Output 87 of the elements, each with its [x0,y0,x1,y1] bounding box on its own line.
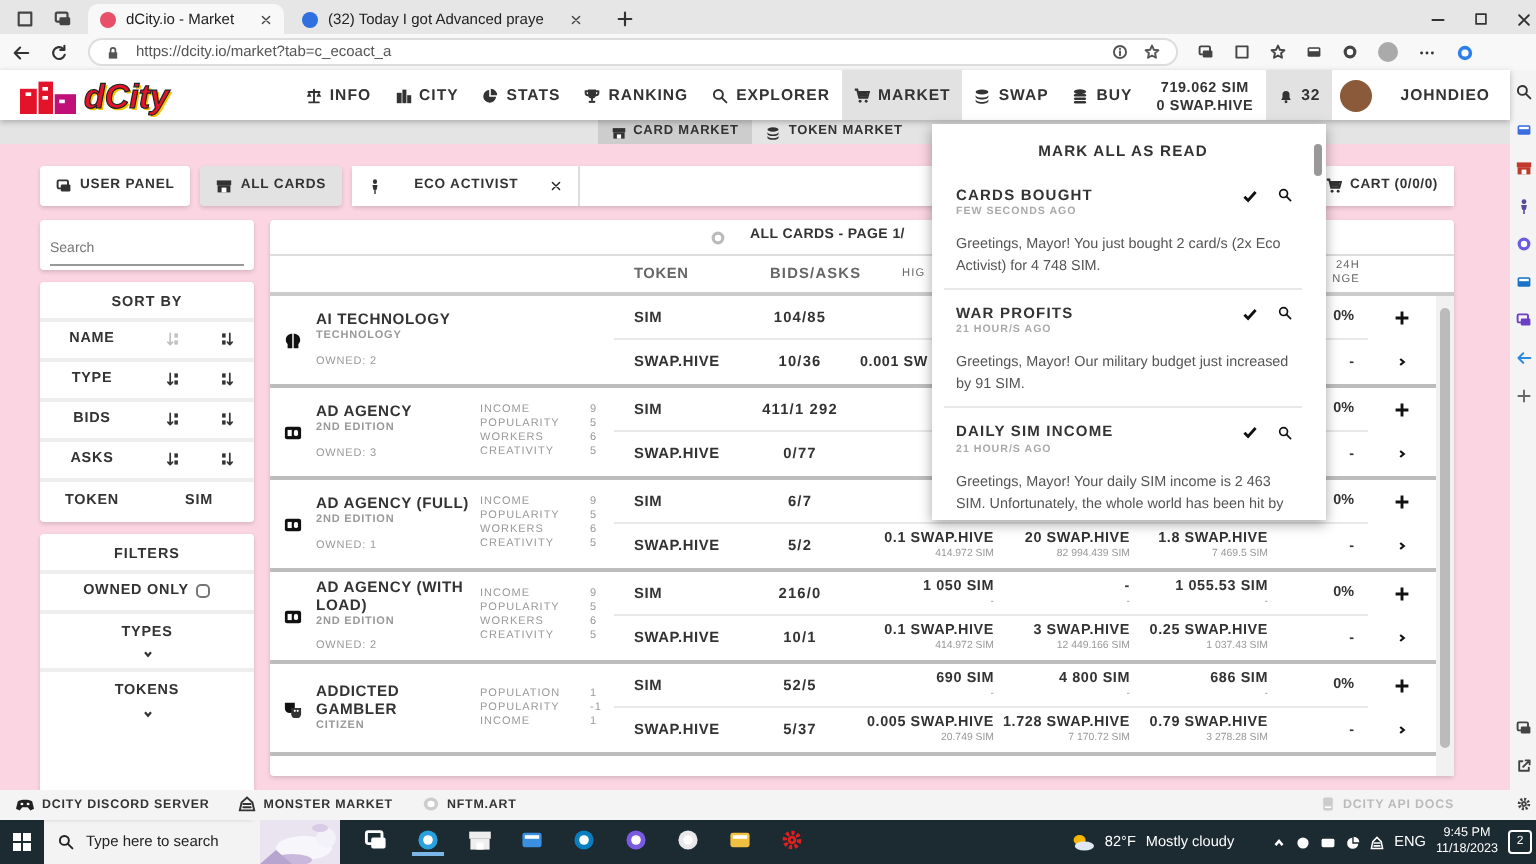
billboard-icon [284,607,302,625]
favorites-icon[interactable] [1270,44,1286,60]
collections-icon[interactable] [1306,44,1322,60]
brain-icon [284,331,302,349]
close-icon[interactable] [550,180,563,192]
search-button[interactable] [1278,425,1292,439]
external-link-icon[interactable] [1515,758,1531,774]
favorite-star-icon[interactable] [1144,44,1160,60]
coin-icon [421,796,439,813]
lock-icon[interactable] [106,45,120,59]
panel-icon [56,178,72,194]
close-icon[interactable] [1516,11,1532,27]
logo[interactable]: dCity [84,79,169,113]
folder-icon[interactable] [728,828,752,852]
add-button[interactable] [1394,586,1410,602]
sort-descending-button[interactable] [220,332,234,346]
controller-icon [16,796,34,813]
sort-ascending-button[interactable] [165,452,179,466]
person-icon[interactable] [1515,198,1531,214]
store-icon [216,178,233,194]
checkbox[interactable] [196,584,211,598]
maximize-icon[interactable] [1474,12,1488,26]
close-icon[interactable] [260,13,273,25]
store-icon[interactable] [468,828,492,852]
scrollbar[interactable] [1436,296,1454,776]
task-view-icon[interactable] [364,828,388,852]
chevron-down-icon[interactable] [141,708,153,721]
masks-icon [284,699,302,717]
mark-read-button[interactable] [1242,187,1258,204]
tab-actions-icon[interactable] [54,10,72,28]
workspaces-icon[interactable] [16,10,34,28]
chevron-down-icon[interactable] [141,648,153,661]
mark-read-button[interactable] [1242,305,1258,322]
city-logo-icon [20,77,76,113]
billboard-icon [284,423,302,441]
add-button[interactable] [1394,310,1410,326]
details-button[interactable] [1396,724,1408,736]
search-icon [712,87,729,103]
search-icon[interactable] [1515,84,1531,100]
book-icon [1319,796,1336,813]
details-button[interactable] [1396,356,1408,368]
refresh-icon[interactable] [50,43,68,61]
coins-icon [974,87,991,103]
sidebar-toggle-icon[interactable] [1515,720,1531,736]
sort-descending-button[interactable] [220,452,234,466]
cart-icon [853,87,870,103]
user-avatar[interactable] [1340,79,1373,111]
billboard-icon [284,515,302,533]
pie-chart-icon [482,87,499,103]
add-button[interactable] [1394,678,1410,694]
sort-descending-button[interactable] [220,372,234,386]
coin-stack-icon [1072,87,1089,103]
details-button[interactable] [1396,540,1408,552]
store-icon [611,125,626,139]
circle-icon[interactable] [1515,236,1531,252]
weather-icon[interactable] [1070,832,1095,852]
favicon-icon [100,11,116,27]
split-screen-icon[interactable] [1234,44,1250,60]
trophy-icon [584,87,601,103]
search-button[interactable] [1278,306,1292,321]
close-icon[interactable] [569,13,582,25]
search-button[interactable] [1278,188,1292,203]
sort-descending-button[interactable] [220,412,234,426]
app-icon[interactable] [572,828,596,852]
new-tab-icon[interactable] [615,10,634,28]
city-icon [395,87,412,103]
tray-chevron-icon[interactable] [1272,835,1287,849]
scales-icon [305,87,322,103]
mark-read-button[interactable] [1242,424,1258,440]
details-button[interactable] [1396,448,1408,460]
battery-icon[interactable] [1320,835,1337,849]
settings-icon[interactable] [1515,796,1531,812]
add-button[interactable] [1394,494,1410,510]
sort-ascending-button[interactable] [165,372,179,386]
search-icon [58,834,74,850]
mail-icon[interactable] [520,828,544,852]
sort-ascending-button[interactable] [165,412,179,426]
scrollbar[interactable] [1314,144,1322,176]
details-button[interactable] [1396,632,1408,644]
person-icon [368,178,383,194]
windows-start-icon[interactable] [12,832,32,852]
coins-icon [766,125,781,139]
cart-icon [1325,178,1342,194]
bell-icon [1277,87,1294,103]
add-button[interactable] [1394,402,1410,418]
back-icon[interactable] [12,43,30,61]
favicon-icon [302,11,319,27]
